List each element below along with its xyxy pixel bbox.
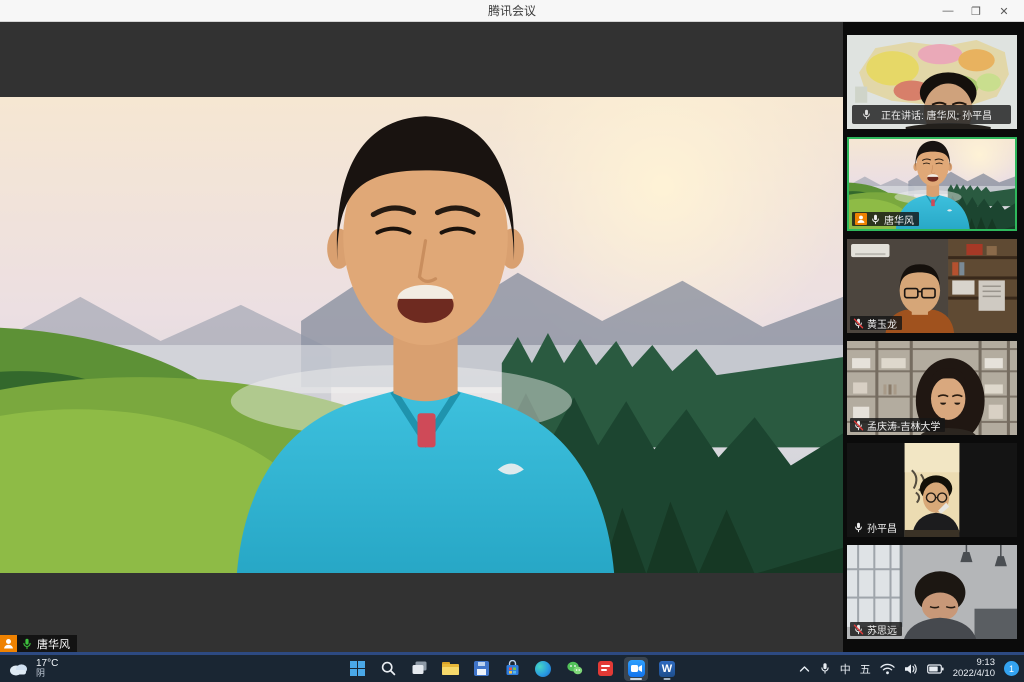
hidden-icons-chevron[interactable]: [799, 665, 810, 673]
participant-name-text: 苏思远: [867, 622, 897, 637]
windows-logo-icon: [350, 661, 365, 676]
speaking-banner: 正在讲话: 唐华风; 孙平昌: [852, 105, 1011, 124]
folder-icon: [442, 662, 459, 675]
main-speaker-video[interactable]: [0, 97, 843, 573]
taskbar-apps: W: [345, 655, 679, 682]
active-app-indicator: [630, 678, 642, 680]
participant-tile-map[interactable]: 正在讲话: 唐华风; 孙平昌: [847, 35, 1017, 129]
red-app-button[interactable]: [593, 657, 617, 681]
speaker-name-label: 唐华风: [0, 635, 77, 652]
search-button[interactable]: [376, 657, 400, 681]
window-titlebar: 腾讯会议 — ❐ ✕: [0, 0, 1024, 22]
system-tray: 中 五 9:13 2022/4/10 1: [799, 655, 1019, 682]
mic-muted-icon: [853, 420, 864, 431]
close-button[interactable]: ✕: [990, 0, 1018, 22]
window-controls: — ❐ ✕: [934, 0, 1018, 22]
tencent-meeting-icon: [628, 660, 645, 677]
file-explorer-button[interactable]: [438, 657, 462, 681]
mic-on-icon: [861, 109, 872, 120]
open-app-indicator: [664, 678, 671, 680]
volume-icon[interactable]: [904, 663, 918, 675]
task-view-icon: [411, 660, 428, 677]
notification-badge[interactable]: 1: [1004, 661, 1019, 676]
mic-on-icon: [853, 522, 864, 533]
cloud-icon: [8, 661, 30, 676]
wechat-icon: [566, 660, 583, 677]
participant-name-label: 孙平昌: [850, 520, 902, 534]
search-icon: [380, 660, 397, 677]
minimize-button[interactable]: —: [934, 0, 962, 22]
speaker-scene: [0, 97, 843, 573]
edge-icon: [535, 661, 551, 677]
ime-mode[interactable]: 五: [860, 661, 871, 677]
clock-date: 2022/4/10: [953, 669, 995, 680]
participant-name-label: 唐华风: [852, 212, 919, 226]
maximize-button[interactable]: ❐: [962, 0, 990, 22]
weather-text: 17°C 阴: [36, 659, 58, 679]
participant-name-label: 黄玉龙: [850, 316, 902, 330]
word-icon: W: [659, 661, 675, 677]
main-stage: 唐华风: [0, 22, 843, 655]
host-badge-icon: [855, 213, 867, 225]
participant-tile-huang[interactable]: 黄玉龙: [847, 239, 1017, 333]
word-button[interactable]: W: [655, 657, 679, 681]
floppy-disk-icon: [474, 661, 489, 676]
mic-muted-icon: [853, 624, 864, 635]
participant-name-text: 孙平昌: [867, 520, 897, 535]
wechat-button[interactable]: [562, 657, 586, 681]
save-app-button[interactable]: [469, 657, 493, 681]
edge-button[interactable]: [531, 657, 555, 681]
participant-name-label: 孟庆涛-吉林大学: [850, 418, 945, 432]
taskbar: 17°C 阴: [0, 655, 1024, 682]
mic-on-icon: [21, 638, 33, 650]
participant-name-text: 唐华风: [884, 212, 914, 227]
participant-tile-sun[interactable]: 孙平昌: [847, 443, 1017, 537]
window-title: 腾讯会议: [488, 2, 536, 19]
store-bag-icon: [504, 660, 521, 677]
participant-name-text: 黄玉龙: [867, 316, 897, 331]
speaking-banner-text: 正在讲话: 唐华风; 孙平昌: [881, 107, 992, 122]
wifi-icon[interactable]: [880, 663, 895, 675]
tencent-meeting-window: 腾讯会议 — ❐ ✕ 唐华风 正在讲话: 唐华风; 孙平昌: [0, 0, 1024, 682]
participant-tile-tang[interactable]: 唐华风: [847, 137, 1017, 231]
store-button[interactable]: [500, 657, 524, 681]
participant-tile-meng[interactable]: 孟庆涛-吉林大学: [847, 341, 1017, 435]
participant-tile-su[interactable]: 苏思远: [847, 545, 1017, 639]
clock-time: 9:13: [953, 658, 995, 669]
participants-sidebar: 正在讲话: 唐华风; 孙平昌 唐华风 黄玉龙 孟: [843, 22, 1024, 655]
battery-icon[interactable]: [927, 664, 944, 674]
speaker-name-text: 唐华风: [37, 636, 70, 652]
speaker-name-box: 唐华风: [17, 635, 77, 652]
weather-condition: 阴: [36, 669, 58, 678]
mic-on-icon: [870, 214, 881, 225]
task-view-button[interactable]: [407, 657, 431, 681]
participant-name-text: 孟庆涛-吉林大学: [867, 418, 940, 433]
host-badge-icon: [0, 635, 17, 652]
weather-widget[interactable]: 17°C 阴: [8, 655, 58, 682]
mic-muted-icon: [853, 318, 864, 329]
ime-language[interactable]: 中: [840, 661, 851, 677]
start-button[interactable]: [345, 657, 369, 681]
red-app-icon: [598, 661, 613, 676]
tencent-meeting-button[interactable]: [624, 657, 648, 681]
participant-name-label: 苏思远: [850, 622, 902, 636]
taskbar-clock[interactable]: 9:13 2022/4/10: [953, 658, 995, 679]
tray-mic-icon[interactable]: [819, 662, 831, 675]
